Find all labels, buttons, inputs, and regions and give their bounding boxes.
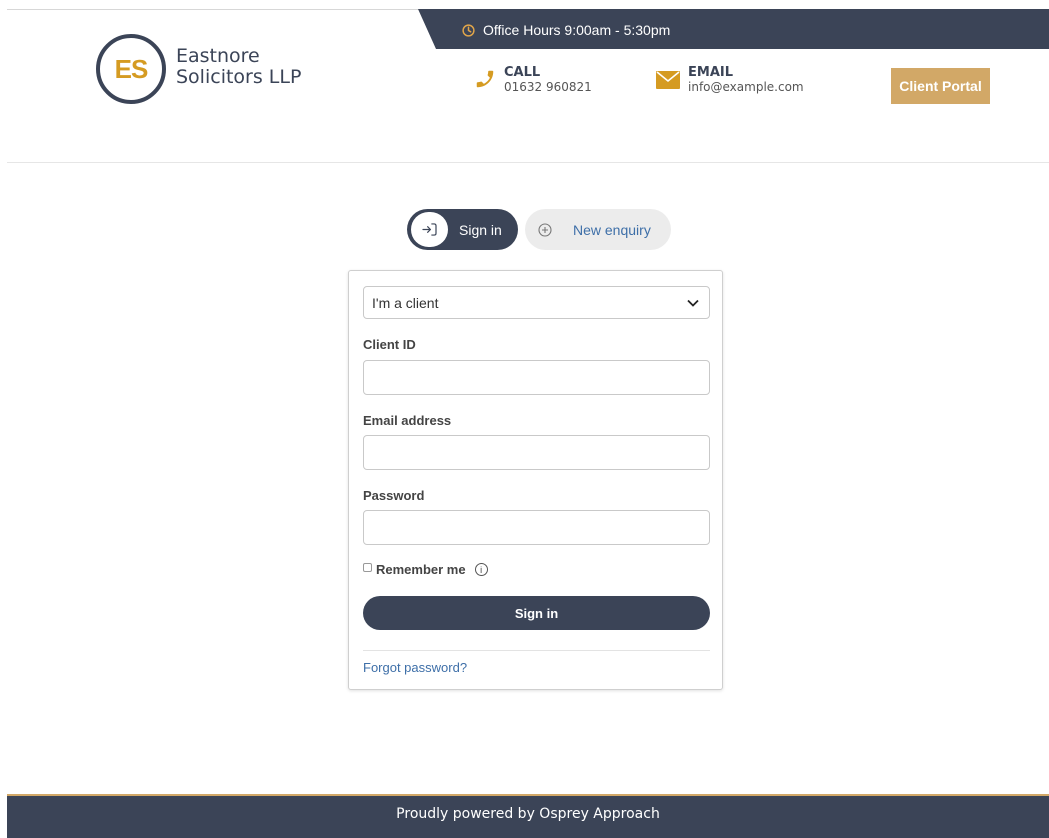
remember-me-label: Remember me [376, 562, 466, 577]
call-number: 01632 960821 [504, 80, 592, 94]
password-input[interactable] [363, 510, 710, 545]
remember-me: Remember me i [363, 562, 488, 577]
logo-initials: ES [114, 53, 149, 84]
forgot-password-link[interactable]: Forgot password? [363, 660, 467, 675]
email-contact[interactable]: EMAIL info@example.com [656, 66, 804, 95]
call-contact[interactable]: CALL 01632 960821 [474, 66, 592, 95]
account-type-value: I'm a client [372, 294, 439, 311]
plus-circle-icon [535, 222, 555, 237]
password-label: Password [363, 488, 425, 503]
site-logo[interactable]: ES Eastnore Solicitors LLP [96, 34, 301, 104]
email-address-input[interactable] [363, 435, 710, 470]
email-label: EMAIL [688, 65, 733, 80]
logo-mark: ES [96, 34, 166, 104]
call-label: CALL [504, 65, 541, 80]
auth-tabs: Sign in New enquiry [407, 209, 671, 250]
email-address: info@example.com [688, 80, 804, 94]
phone-icon [476, 70, 494, 88]
sign-in-form: I'm a client Client ID Email address Pas… [348, 270, 723, 690]
tab-new-enquiry[interactable]: New enquiry [525, 209, 671, 250]
logo-name-line2: Solicitors LLP [176, 66, 302, 88]
clock-icon [462, 23, 475, 37]
client-portal-button[interactable]: Client Portal [891, 68, 990, 104]
office-hours-text: Office Hours 9:00am - 5:30pm [483, 22, 671, 38]
tab-sign-in-label: Sign in [459, 221, 502, 238]
form-divider [363, 650, 710, 651]
sign-in-button[interactable]: Sign in [363, 596, 710, 630]
client-id-label: Client ID [363, 337, 416, 352]
top-divider [7, 9, 421, 10]
site-footer: Proudly powered by Osprey Approach [7, 794, 1049, 838]
client-id-input[interactable] [363, 360, 710, 395]
chevron-down-icon [687, 299, 699, 307]
info-icon[interactable]: i [474, 563, 488, 576]
office-hours-bar: Office Hours 9:00am - 5:30pm [418, 9, 1049, 49]
email-address-label: Email address [363, 413, 452, 428]
tab-new-enquiry-label: New enquiry [573, 221, 651, 238]
account-type-select[interactable]: I'm a client [363, 286, 710, 319]
envelope-icon [656, 71, 680, 89]
logo-name-line1: Eastnore [176, 45, 260, 67]
tab-sign-in[interactable]: Sign in [407, 209, 518, 250]
sign-in-icon [411, 212, 448, 247]
remember-me-checkbox[interactable] [363, 563, 372, 572]
footer-text: Proudly powered by Osprey Approach [396, 806, 660, 822]
header-divider [7, 162, 1049, 163]
logo-wordmark: Eastnore Solicitors LLP [176, 46, 301, 88]
